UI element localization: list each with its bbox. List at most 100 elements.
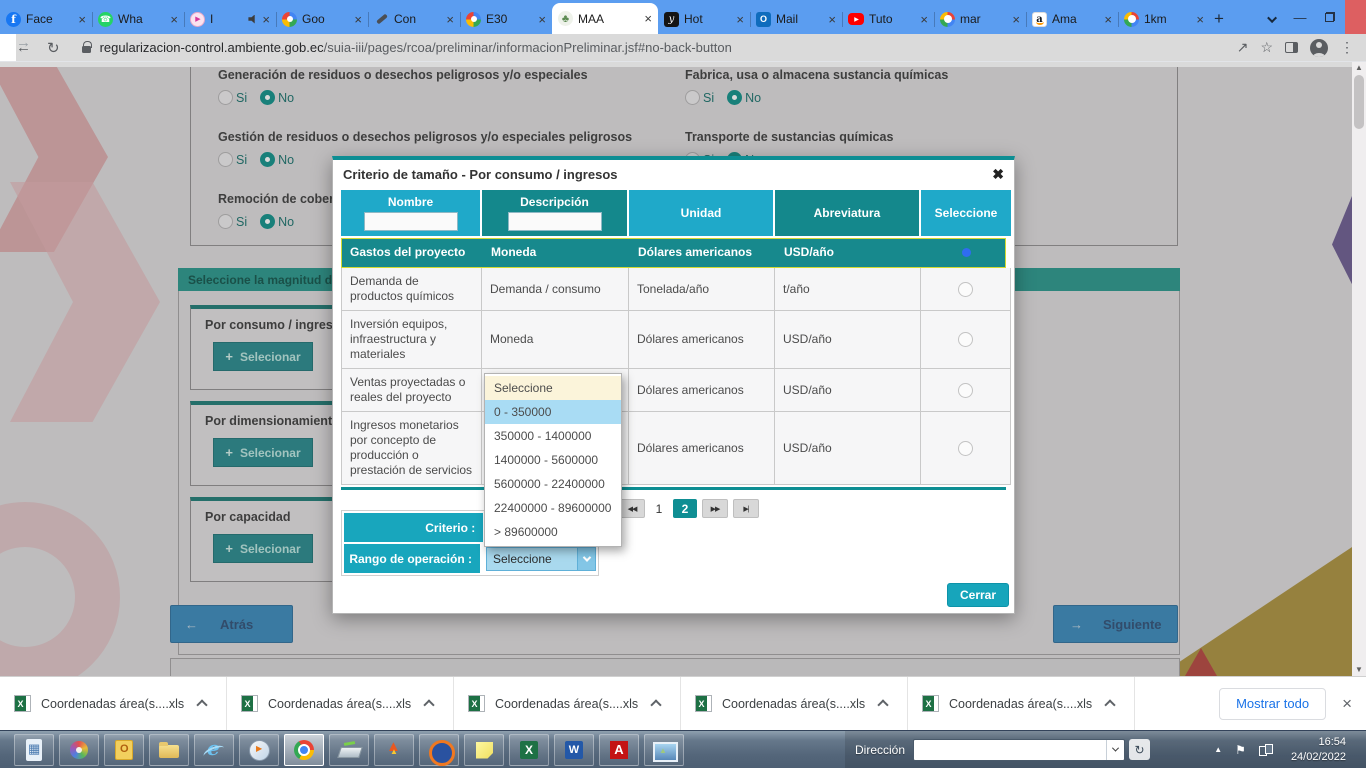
taskbar-app[interactable] — [104, 734, 144, 766]
tab-close-icon[interactable]: × — [828, 13, 836, 26]
browser-tab[interactable]: Ama × — [1026, 4, 1118, 34]
tab-close-icon[interactable]: × — [446, 13, 454, 26]
dropdown-option[interactable]: Seleccione — [485, 376, 621, 400]
tab-close-icon[interactable]: × — [1012, 13, 1020, 26]
browser-tab[interactable]: I × — [184, 4, 276, 34]
browser-tab[interactable]: MAA × — [552, 3, 658, 34]
cerrar-button[interactable]: Cerrar — [947, 583, 1009, 607]
chevron-up-icon[interactable] — [877, 699, 888, 710]
row-select-radio[interactable] — [962, 248, 971, 257]
browser-tab[interactable]: Mail × — [750, 4, 842, 34]
tab-close-icon[interactable]: × — [354, 13, 362, 26]
page-1-button[interactable]: 1 — [650, 499, 668, 518]
page-scrollbar[interactable]: ▲ ▼ — [1352, 62, 1366, 676]
row-select-radio[interactable] — [958, 332, 973, 347]
tab-close-icon[interactable]: × — [644, 12, 652, 25]
taskbar-app[interactable] — [464, 734, 504, 766]
rango-select[interactable]: Seleccione — [486, 547, 596, 571]
row-select-radio[interactable] — [958, 383, 973, 398]
browser-tab[interactable]: Wha × — [92, 4, 184, 34]
download-item[interactable]: Coordenadas área(s....xls — [454, 677, 681, 730]
dropdown-option[interactable]: 0 - 350000 — [485, 400, 621, 424]
page-next-button[interactable]: ▶▶ — [702, 499, 728, 518]
browser-tab[interactable]: Goo × — [276, 4, 368, 34]
taskbar-app[interactable] — [374, 734, 414, 766]
downloads-close-icon[interactable]: × — [1342, 694, 1352, 714]
tab-search-chevron-icon[interactable] — [1270, 6, 1277, 32]
dropdown-option[interactable]: 350000 - 1400000 — [485, 424, 621, 448]
download-item[interactable]: Coordenadas área(s....xls — [681, 677, 908, 730]
browser-tab[interactable]: mar × — [934, 4, 1026, 34]
taskbar-app[interactable] — [509, 734, 549, 766]
chevron-up-icon[interactable] — [423, 699, 434, 710]
taskbar-app[interactable] — [284, 734, 324, 766]
dropdown-option[interactable]: 1400000 - 5600000 — [485, 448, 621, 472]
table-row[interactable]: Demanda de productos químicos Demanda / … — [341, 268, 1006, 311]
close-window-button[interactable]: × — [1345, 0, 1366, 34]
taskbar-app[interactable] — [149, 734, 189, 766]
browser-tab[interactable]: Hot × — [658, 4, 750, 34]
dialog-close-icon[interactable]: ✖ — [992, 166, 1004, 183]
network-icon[interactable] — [1259, 744, 1273, 756]
page-prev-button[interactable]: ◀◀ — [619, 499, 645, 518]
taskbar-app[interactable] — [239, 734, 279, 766]
tab-close-icon[interactable]: × — [736, 13, 744, 26]
forward-icon[interactable]: → — [16, 34, 1366, 61]
table-row[interactable]: Inversión equipos, infraestructura y mat… — [341, 311, 1006, 369]
chevron-down-icon[interactable] — [577, 548, 595, 570]
scroll-up-icon[interactable]: ▲ — [1355, 63, 1363, 73]
table-row[interactable]: Ventas proyectadas o reales del proyecto… — [341, 369, 1006, 412]
download-item[interactable]: Coordenadas área(s....xls — [0, 677, 227, 730]
page-last-button[interactable]: ▶| — [733, 499, 759, 518]
scroll-down-icon[interactable]: ▼ — [1355, 665, 1363, 675]
scrollbar-thumb[interactable] — [1354, 75, 1364, 129]
mostrar-todo-button[interactable]: Mostrar todo — [1219, 688, 1326, 720]
suia-icon — [558, 11, 573, 26]
table-row[interactable]: Gastos del proyecto Moneda Dólares ameri… — [341, 238, 1006, 268]
download-item[interactable]: Coordenadas área(s....xls — [227, 677, 454, 730]
show-hidden-icons-icon[interactable]: ▲ — [1214, 745, 1222, 754]
page-2-button[interactable]: 2 — [673, 499, 697, 518]
taskbar-clock[interactable]: 16:54 24/02/2022 — [1291, 735, 1346, 765]
tab-close-icon[interactable]: × — [170, 13, 178, 26]
minimize-button[interactable]: — — [1285, 0, 1315, 34]
restore-button[interactable] — [1315, 0, 1345, 34]
nombre-filter-input[interactable] — [364, 212, 458, 231]
audio-speaker-icon[interactable] — [248, 15, 257, 24]
taskbar-app[interactable] — [14, 734, 54, 766]
row-select-radio[interactable] — [958, 441, 973, 456]
refresh-icon[interactable]: ↻ — [1129, 739, 1150, 760]
browser-tab[interactable]: 1km × — [1118, 4, 1210, 34]
browser-tab[interactable]: Face × — [0, 4, 92, 34]
tab-close-icon[interactable]: × — [1196, 13, 1204, 26]
dropdown-option[interactable]: > 89600000 — [485, 520, 621, 544]
taskbar-app[interactable] — [194, 734, 234, 766]
chevron-down-icon[interactable] — [1106, 740, 1124, 760]
new-tab-button[interactable]: + — [1214, 6, 1224, 32]
descripcion-filter-input[interactable] — [508, 212, 602, 231]
tab-close-icon[interactable]: × — [920, 13, 928, 26]
browser-tab[interactable]: Tuto × — [842, 4, 934, 34]
direccion-input[interactable] — [913, 739, 1125, 761]
browser-tab[interactable]: E30 × — [460, 4, 552, 34]
download-item[interactable]: Coordenadas área(s....xls — [908, 677, 1135, 730]
dropdown-option[interactable]: 5600000 - 22400000 — [485, 472, 621, 496]
tab-close-icon[interactable]: × — [262, 13, 270, 26]
chevron-up-icon[interactable] — [650, 699, 661, 710]
chevron-up-icon[interactable] — [196, 699, 207, 710]
taskbar-app[interactable] — [419, 734, 459, 766]
tab-close-icon[interactable]: × — [538, 13, 546, 26]
taskbar-app[interactable] — [644, 734, 684, 766]
table-row[interactable]: Ingresos monetarios por concepto de prod… — [341, 412, 1006, 485]
dropdown-option[interactable]: 22400000 - 89600000 — [485, 496, 621, 520]
browser-tab[interactable]: Con × — [368, 4, 460, 34]
taskbar-app[interactable] — [554, 734, 594, 766]
row-select-radio[interactable] — [958, 282, 973, 297]
taskbar-app[interactable] — [329, 734, 369, 766]
tab-close-icon[interactable]: × — [78, 13, 86, 26]
chevron-up-icon[interactable] — [1104, 699, 1115, 710]
tab-close-icon[interactable]: × — [1104, 13, 1112, 26]
taskbar-app[interactable] — [59, 734, 99, 766]
taskbar-app[interactable] — [599, 734, 639, 766]
action-center-flag-icon[interactable]: ⚑ — [1235, 743, 1246, 757]
